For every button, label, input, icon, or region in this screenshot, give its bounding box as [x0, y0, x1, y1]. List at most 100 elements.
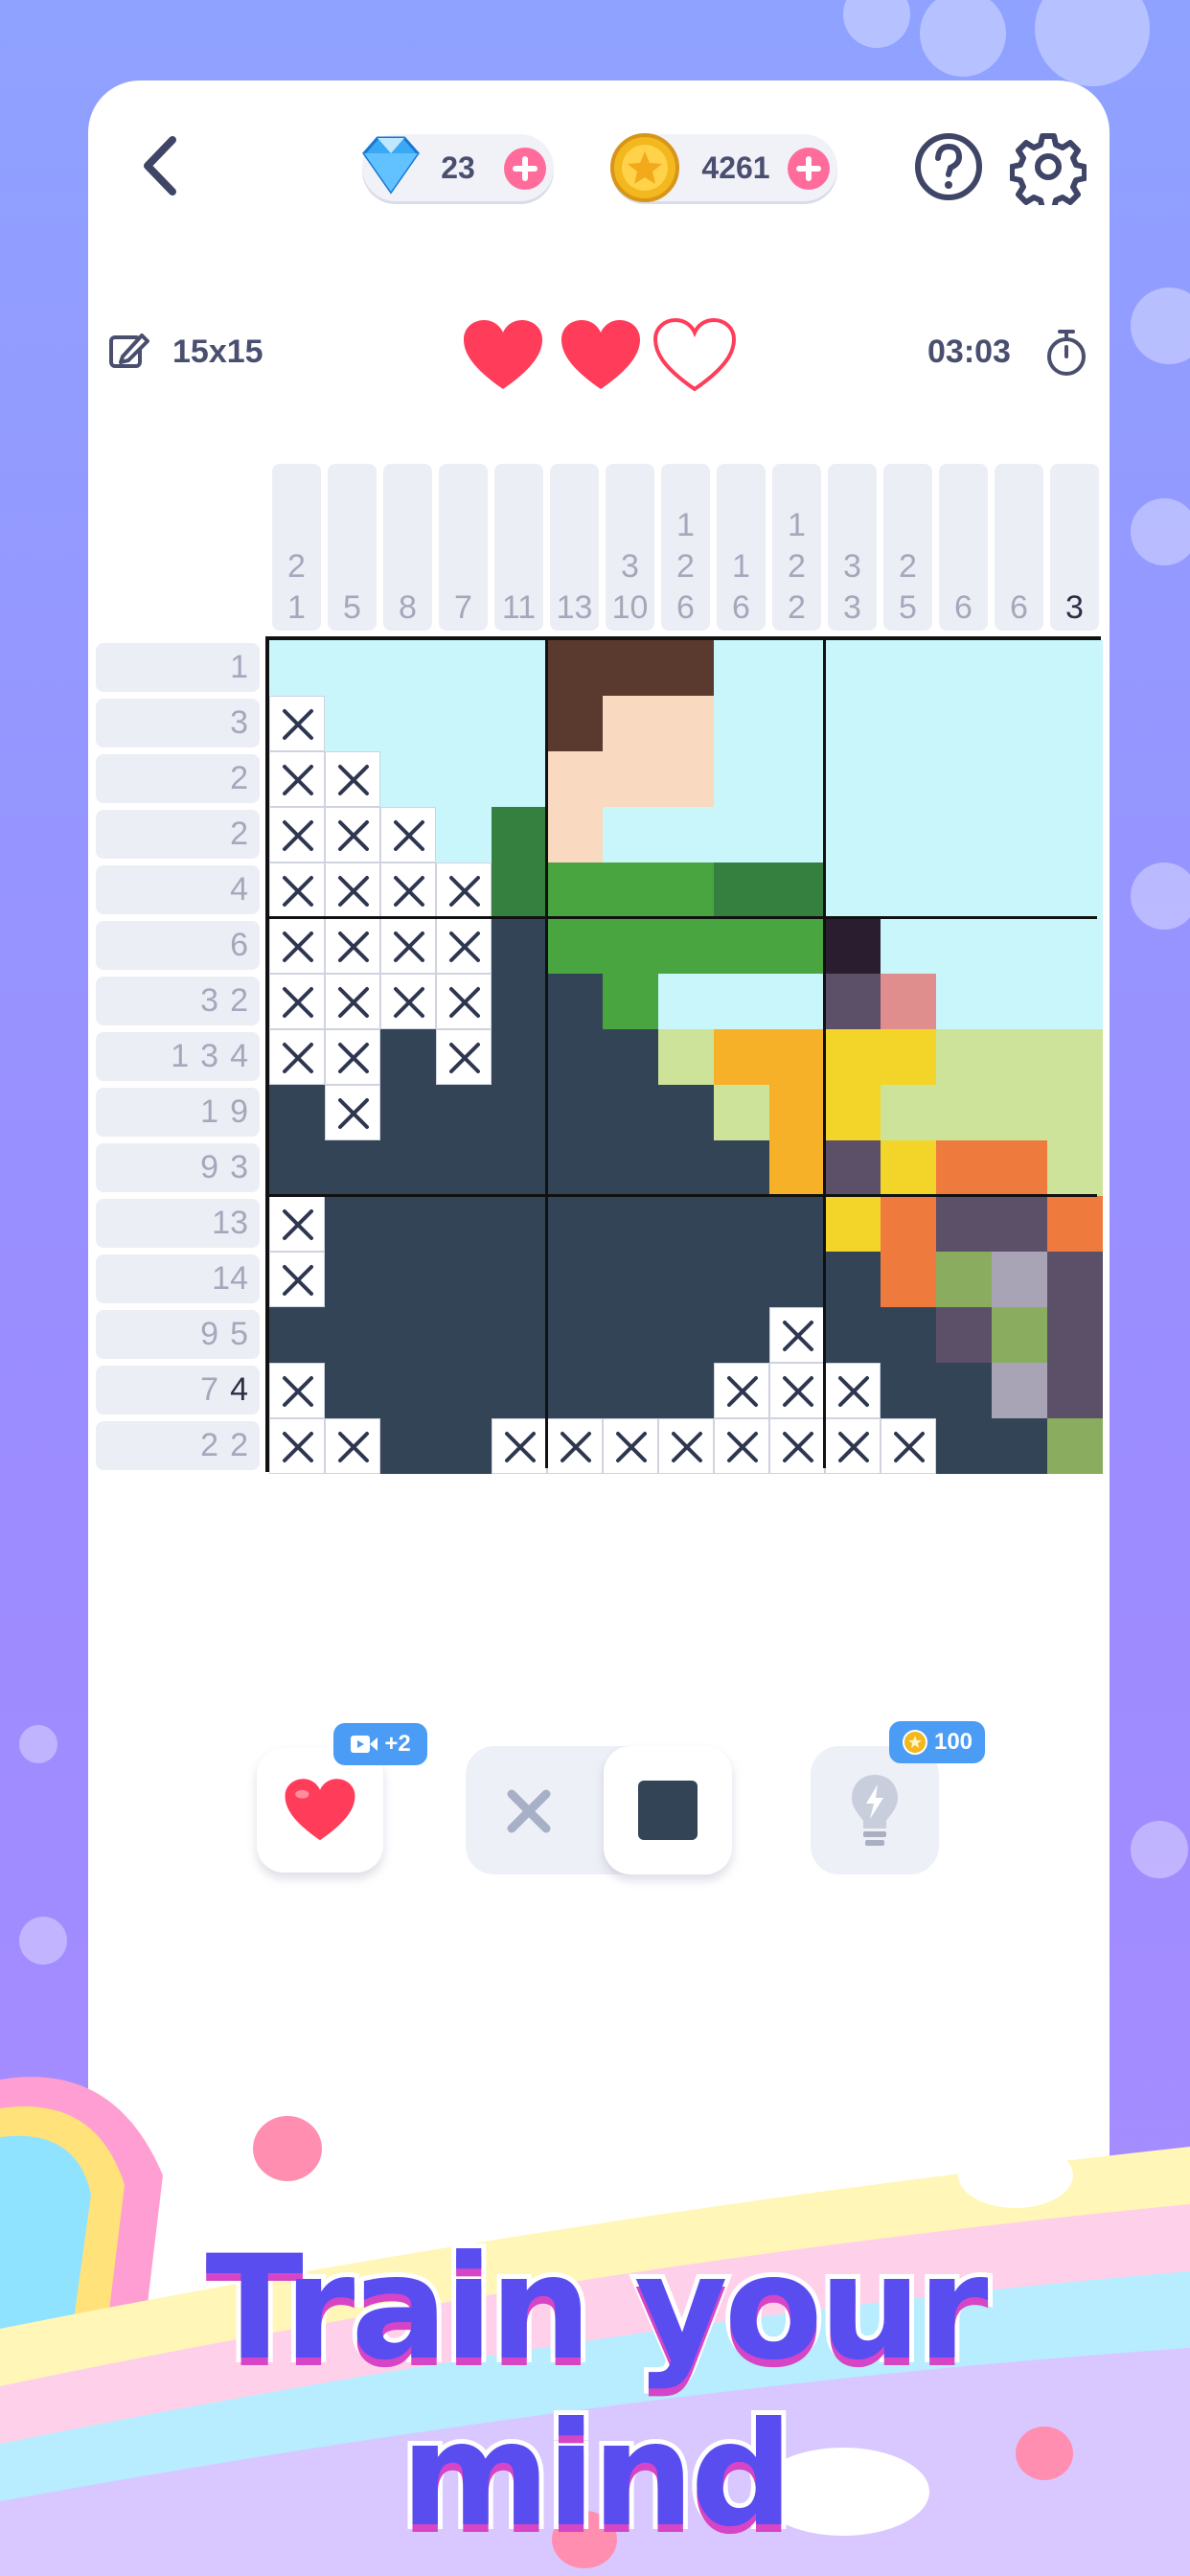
filled-cell[interactable]	[992, 1418, 1047, 1474]
filled-cell[interactable]	[1047, 1363, 1103, 1418]
filled-cell[interactable]	[269, 1140, 325, 1196]
empty-cell[interactable]	[325, 696, 380, 751]
empty-cell[interactable]	[1047, 751, 1103, 807]
filled-cell[interactable]	[825, 974, 881, 1029]
empty-cell[interactable]	[992, 696, 1047, 751]
filled-cell[interactable]	[547, 1029, 603, 1085]
filled-cell[interactable]	[1047, 1252, 1103, 1307]
empty-cell[interactable]	[492, 640, 547, 696]
filled-cell[interactable]	[714, 862, 769, 918]
filled-cell[interactable]	[881, 1029, 936, 1085]
empty-cell[interactable]	[936, 974, 992, 1029]
crossed-cell[interactable]	[380, 974, 436, 1029]
crossed-cell[interactable]	[325, 1085, 380, 1140]
crossed-cell[interactable]	[881, 1418, 936, 1474]
empty-cell[interactable]	[825, 696, 881, 751]
filled-cell[interactable]	[936, 1363, 992, 1418]
filled-cell[interactable]	[881, 1307, 936, 1363]
empty-cell[interactable]	[769, 696, 825, 751]
filled-cell[interactable]	[769, 1140, 825, 1196]
crossed-cell[interactable]	[325, 751, 380, 807]
empty-cell[interactable]	[1047, 807, 1103, 862]
empty-cell[interactable]	[436, 807, 492, 862]
empty-cell[interactable]	[936, 640, 992, 696]
crossed-cell[interactable]	[769, 1363, 825, 1418]
filled-cell[interactable]	[547, 974, 603, 1029]
filled-cell[interactable]	[380, 1196, 436, 1252]
filled-cell[interactable]	[547, 640, 603, 696]
filled-cell[interactable]	[714, 1085, 769, 1140]
empty-cell[interactable]	[1047, 862, 1103, 918]
filled-cell[interactable]	[380, 1085, 436, 1140]
crossed-cell[interactable]	[269, 918, 325, 974]
filled-cell[interactable]	[492, 1196, 547, 1252]
crossed-cell[interactable]	[325, 1418, 380, 1474]
empty-cell[interactable]	[992, 974, 1047, 1029]
empty-cell[interactable]	[992, 918, 1047, 974]
crossed-cell[interactable]	[269, 1363, 325, 1418]
crossed-cell[interactable]	[436, 918, 492, 974]
filled-cell[interactable]	[603, 1140, 658, 1196]
crossed-cell[interactable]	[436, 974, 492, 1029]
filled-cell[interactable]	[269, 1085, 325, 1140]
empty-cell[interactable]	[936, 807, 992, 862]
crossed-cell[interactable]	[269, 696, 325, 751]
filled-cell[interactable]	[492, 974, 547, 1029]
back-button[interactable]	[123, 125, 205, 207]
crossed-cell[interactable]	[380, 807, 436, 862]
empty-cell[interactable]	[269, 640, 325, 696]
filled-cell[interactable]	[881, 1140, 936, 1196]
filled-cell[interactable]	[547, 751, 603, 807]
filled-cell[interactable]	[380, 1418, 436, 1474]
filled-cell[interactable]	[658, 640, 714, 696]
filled-cell[interactable]	[603, 696, 658, 751]
crossed-cell[interactable]	[714, 1363, 769, 1418]
filled-cell[interactable]	[825, 1196, 881, 1252]
crossed-cell[interactable]	[380, 862, 436, 918]
empty-cell[interactable]	[936, 918, 992, 974]
filled-cell[interactable]	[547, 862, 603, 918]
filled-cell[interactable]	[936, 1196, 992, 1252]
filled-cell[interactable]	[1047, 1140, 1103, 1196]
filled-cell[interactable]	[825, 1085, 881, 1140]
crossed-cell[interactable]	[436, 1029, 492, 1085]
filled-cell[interactable]	[936, 1085, 992, 1140]
filled-cell[interactable]	[714, 1140, 769, 1196]
cross-mode-icon[interactable]	[502, 1784, 556, 1838]
empty-cell[interactable]	[936, 862, 992, 918]
empty-cell[interactable]	[436, 640, 492, 696]
filled-cell[interactable]	[1047, 1307, 1103, 1363]
empty-cell[interactable]	[658, 807, 714, 862]
filled-cell[interactable]	[714, 1252, 769, 1307]
filled-cell[interactable]	[769, 1196, 825, 1252]
filled-cell[interactable]	[492, 1363, 547, 1418]
filled-cell[interactable]	[603, 751, 658, 807]
filled-cell[interactable]	[380, 1029, 436, 1085]
empty-cell[interactable]	[492, 751, 547, 807]
filled-cell[interactable]	[1047, 1418, 1103, 1474]
filled-cell[interactable]	[436, 1252, 492, 1307]
filled-cell[interactable]	[881, 1196, 936, 1252]
crossed-cell[interactable]	[269, 807, 325, 862]
empty-cell[interactable]	[325, 640, 380, 696]
filled-cell[interactable]	[992, 1140, 1047, 1196]
filled-cell[interactable]	[714, 918, 769, 974]
empty-cell[interactable]	[658, 974, 714, 1029]
filled-cell[interactable]	[992, 1196, 1047, 1252]
filled-cell[interactable]	[658, 918, 714, 974]
filled-cell[interactable]	[547, 1196, 603, 1252]
filled-cell[interactable]	[658, 1252, 714, 1307]
crossed-cell[interactable]	[714, 1418, 769, 1474]
mode-toggle[interactable]	[466, 1746, 732, 1874]
filled-cell[interactable]	[936, 1252, 992, 1307]
filled-cell[interactable]	[325, 1252, 380, 1307]
filled-cell[interactable]	[547, 807, 603, 862]
filled-cell[interactable]	[658, 1029, 714, 1085]
empty-cell[interactable]	[881, 751, 936, 807]
empty-cell[interactable]	[881, 807, 936, 862]
filled-cell[interactable]	[825, 1252, 881, 1307]
filled-cell[interactable]	[492, 1029, 547, 1085]
empty-cell[interactable]	[380, 696, 436, 751]
filled-cell[interactable]	[769, 1029, 825, 1085]
crossed-cell[interactable]	[269, 1252, 325, 1307]
